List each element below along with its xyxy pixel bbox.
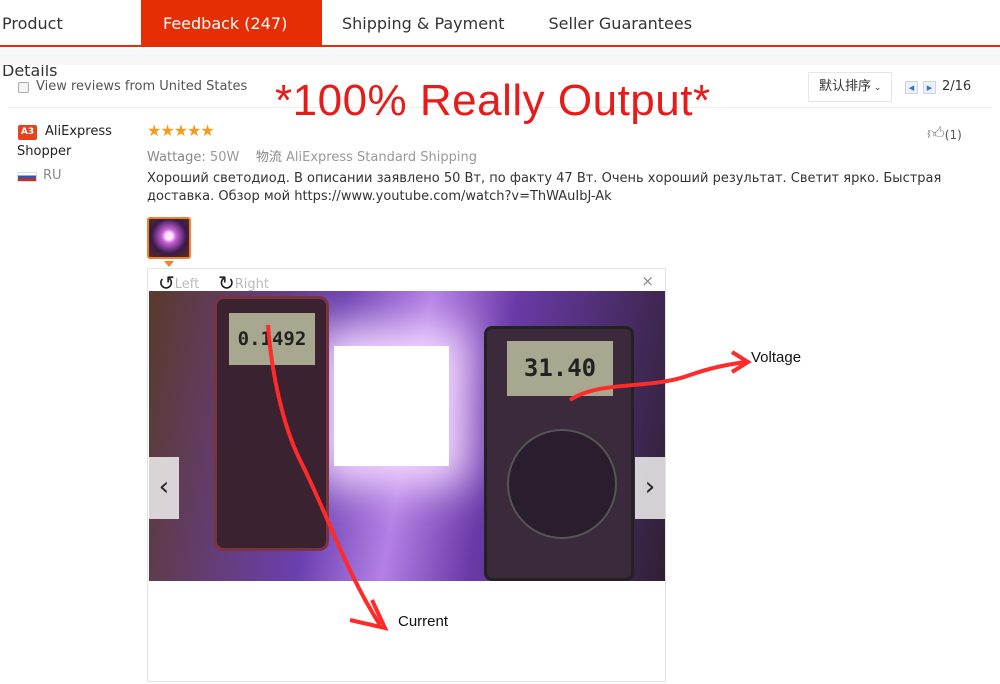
view-us-label[interactable]: View reviews from United States [36, 79, 247, 94]
thumbs-up-icon: 👍︎ [927, 124, 945, 144]
meter2-display: 31.40 [507, 341, 613, 396]
filter-bar [0, 49, 1000, 65]
current-annotation: Current [398, 613, 449, 630]
shipping-value: AliExpress Standard Shipping [286, 150, 478, 165]
sort-dropdown[interactable]: 默认排序 ⌄ [808, 72, 892, 102]
country-code: RU [43, 168, 62, 183]
tab-feedback[interactable]: Feedback (247) [141, 0, 322, 45]
tab-seller-guarantees[interactable]: Seller Guarantees [527, 0, 715, 45]
page-indicator: 2/16 [942, 79, 972, 94]
attr-value: 50W [209, 150, 240, 165]
shipping-label: 物流 [255, 150, 282, 165]
multimeter-current: 0.1492 [214, 296, 329, 551]
tab-shipping-payment[interactable]: Shipping & Payment [322, 0, 527, 45]
review-photo: 0.1492 31.40 ‹ › [149, 291, 665, 581]
voltage-annotation: Voltage [751, 349, 802, 366]
meter1-display: 0.1492 [229, 313, 315, 365]
next-photo-button[interactable]: › [635, 457, 665, 519]
chevron-down-icon: ⌄ [871, 83, 882, 93]
next-page-icon[interactable]: ▶ [923, 81, 936, 94]
overlay-banner: *100% Really Output* [275, 76, 711, 125]
meter-dial [507, 429, 617, 539]
tab-bar: Product Details Feedback (247) Shipping … [0, 0, 1000, 80]
voltage-arrow-head [730, 350, 752, 374]
prev-page-icon[interactable]: ◀ [905, 81, 918, 94]
level-badge: A3 [18, 125, 37, 140]
like-count: (1) [944, 128, 962, 142]
tab-product-details[interactable]: Product Details [0, 0, 141, 80]
close-icon[interactable]: × [641, 272, 654, 290]
review-photo-thumbnail[interactable] [147, 217, 191, 259]
rotate-left-label: Left [174, 277, 200, 292]
prev-photo-button[interactable]: ‹ [149, 457, 179, 519]
russia-flag-icon [17, 172, 37, 182]
rating-stars: ★★★★★ [147, 121, 215, 140]
review-attributes: Wattage: 50W 物流 AliExpress Standard Ship… [147, 146, 477, 165]
view-us-checkbox[interactable] [18, 82, 29, 93]
like-button[interactable]: 👍︎(1) [927, 123, 962, 144]
led-glow [334, 346, 449, 466]
rotate-right-label: Right [234, 277, 269, 292]
sort-value: 默认排序 [819, 79, 872, 94]
review-text: Хороший светодиод. В описании заявлено 5… [147, 171, 942, 204]
multimeter-voltage: 31.40 [484, 326, 634, 581]
thumbnail-caret [164, 261, 174, 267]
attr-label: Wattage: [147, 150, 206, 165]
